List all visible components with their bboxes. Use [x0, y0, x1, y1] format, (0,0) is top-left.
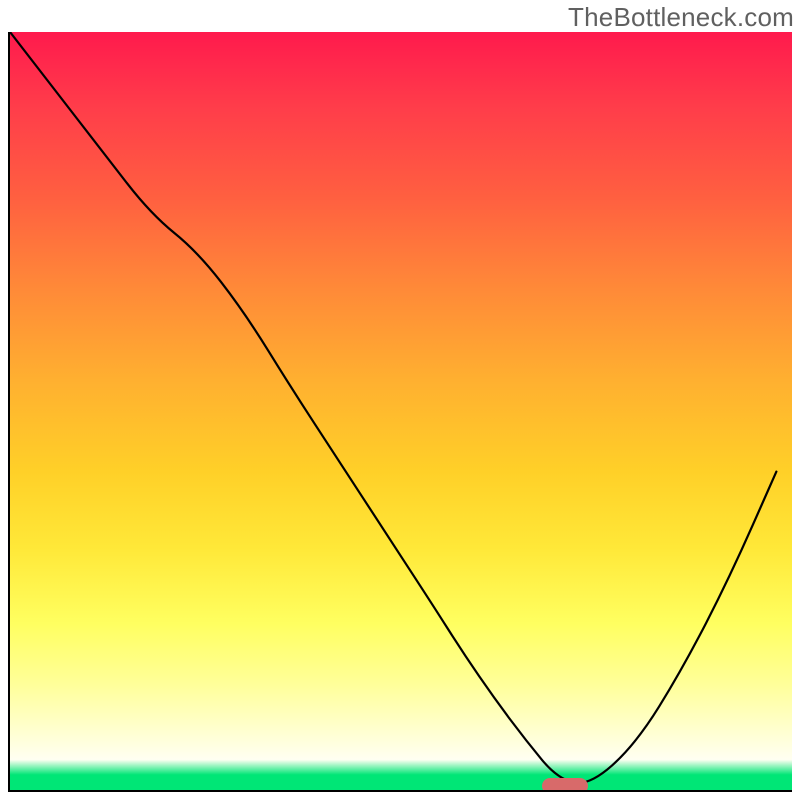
plot-frame	[8, 32, 792, 792]
optimal-point-marker	[542, 778, 588, 792]
bottleneck-curve	[10, 32, 792, 790]
chart-container: TheBottleneck.com	[0, 0, 800, 800]
watermark-text: TheBottleneck.com	[568, 2, 794, 33]
